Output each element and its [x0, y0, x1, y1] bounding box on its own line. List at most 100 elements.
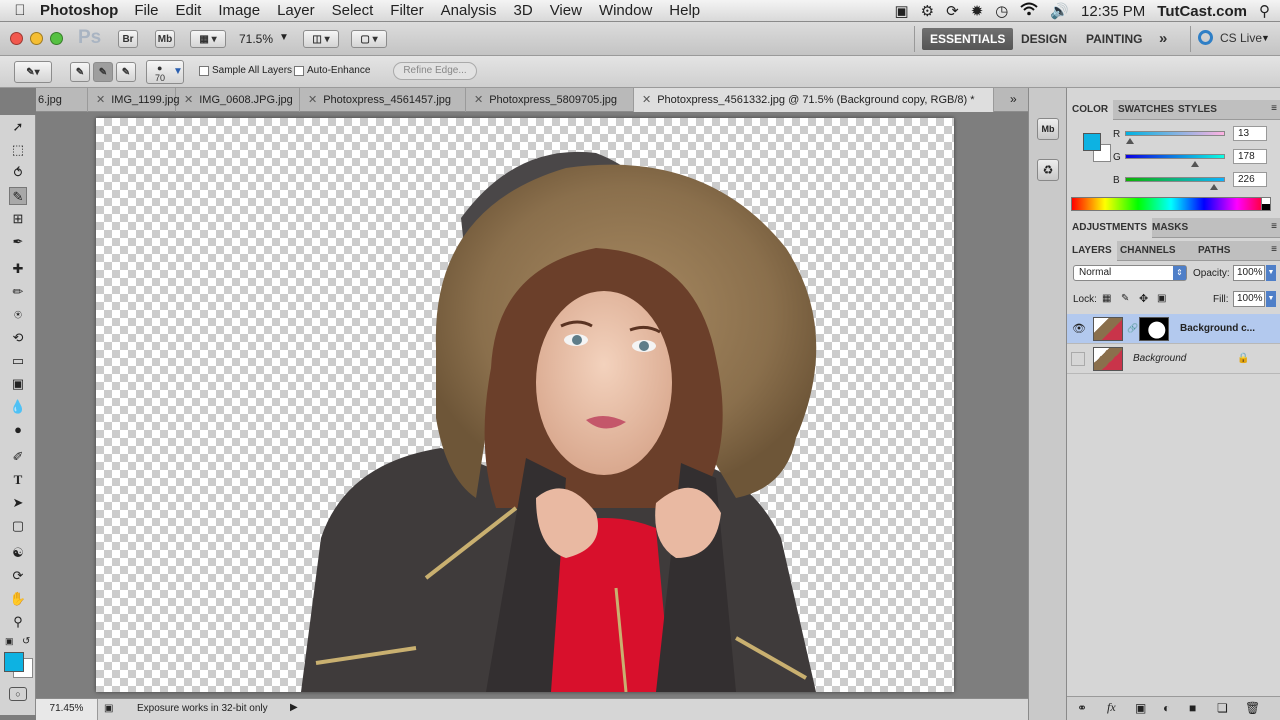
3d-rotate-tool-icon[interactable]: ☯: [9, 544, 27, 562]
menu-filter[interactable]: Filter: [390, 2, 423, 19]
minimize-window-button[interactable]: [30, 32, 43, 45]
type-tool-icon[interactable]: T: [9, 471, 27, 489]
new-group-icon[interactable]: ■: [1189, 701, 1196, 715]
lock-all-icon[interactable]: ▣: [1157, 293, 1166, 304]
close-window-button[interactable]: [10, 32, 23, 45]
arrange-documents-button[interactable]: ◫ ▾: [303, 30, 339, 48]
status-zoom-field[interactable]: 71.45%: [36, 699, 98, 720]
panel-menu-icon[interactable]: ≡: [1271, 244, 1277, 255]
subtract-from-selection-mode-button[interactable]: ✎: [116, 62, 136, 82]
bluetooth-icon[interactable]: ✹: [971, 2, 984, 20]
history-panel-icon[interactable]: ♻: [1037, 159, 1059, 181]
spotlight-icon[interactable]: ⚲: [1259, 2, 1270, 20]
cs-live-button[interactable]: CS Live: [1220, 31, 1262, 45]
launch-bridge-button[interactable]: Br: [118, 30, 138, 48]
lock-image-icon[interactable]: ✎: [1121, 293, 1129, 304]
lasso-tool-icon[interactable]: ⥀: [9, 164, 27, 182]
doc-tab[interactable]: ✕ Photoxpress_4561457.jpg: [300, 88, 466, 112]
layer-row-background[interactable]: Background 🔒: [1067, 344, 1280, 374]
tab-color[interactable]: COLOR: [1067, 100, 1114, 120]
apple-icon[interactable]: : [0, 2, 40, 19]
menu-file[interactable]: File: [134, 2, 158, 19]
view-extras-button[interactable]: ▦ ▾: [190, 30, 226, 48]
dodge-tool-icon[interactable]: ●: [9, 421, 27, 439]
color-fg-swatch[interactable]: [1083, 133, 1101, 151]
workspace-essentials[interactable]: ESSENTIALS: [922, 28, 1014, 50]
rectangle-tool-icon[interactable]: ▢: [9, 517, 27, 535]
add-to-selection-mode-button[interactable]: ✎: [93, 62, 113, 82]
tab-masks[interactable]: MASKS: [1147, 218, 1193, 238]
status-preview-icon[interactable]: ▣: [104, 703, 113, 714]
zoom-level[interactable]: 71.5%: [239, 32, 273, 46]
doc-tab-active[interactable]: ✕ Photoxpress_4561332.jpg @ 71.5% (Backgr…: [634, 88, 994, 112]
menu-layer[interactable]: Layer: [277, 2, 315, 19]
pen-tool-icon[interactable]: ✐: [9, 448, 27, 466]
doc-tab[interactable]: ✕ Photoxpress_5809705.jpg: [466, 88, 634, 112]
menu-select[interactable]: Select: [332, 2, 374, 19]
zoom-dropdown-arrow-icon[interactable]: ▼: [279, 32, 289, 43]
close-tab-icon[interactable]: ✕: [474, 94, 483, 106]
sample-all-layers-checkbox[interactable]: [199, 66, 209, 76]
layer-row-background-copy[interactable]: 👁 🔗 Background c...: [1067, 314, 1280, 344]
fill-field[interactable]: 100%: [1233, 291, 1265, 307]
eyedropper-tool-icon[interactable]: ✒: [9, 233, 27, 251]
menu-3d[interactable]: 3D: [514, 2, 533, 19]
hand-tool-icon[interactable]: ✋: [9, 590, 27, 608]
screen-mode-button[interactable]: ▢ ▾: [351, 30, 387, 48]
launch-mini-bridge-button[interactable]: Mb: [155, 30, 175, 48]
zoom-window-button[interactable]: [50, 32, 63, 45]
doc-tab[interactable]: ✕ IMG_0608.JPG.jpg: [176, 88, 300, 112]
channel-r-slider[interactable]: [1125, 131, 1225, 136]
gradient-tool-icon[interactable]: ▣: [9, 375, 27, 393]
new-selection-mode-button[interactable]: ✎: [70, 62, 90, 82]
default-colors-icon[interactable]: ▣: [5, 636, 14, 647]
app-name-menu[interactable]: Photoshop: [40, 2, 118, 19]
document-canvas[interactable]: [96, 118, 954, 692]
doc-tab[interactable]: 6.jpg: [36, 88, 88, 112]
mask-link-icon[interactable]: 🔗: [1127, 323, 1138, 334]
add-mask-icon[interactable]: ▣: [1135, 701, 1146, 715]
lock-transparent-icon[interactable]: ▦: [1102, 293, 1111, 304]
close-tab-icon[interactable]: ✕: [642, 94, 651, 106]
black-white-ramp[interactable]: [1261, 197, 1271, 211]
crop-tool-icon[interactable]: ⊞: [9, 210, 27, 228]
clock[interactable]: 12:35 PM: [1081, 3, 1145, 20]
canvas-area[interactable]: [36, 112, 1028, 698]
opacity-field[interactable]: 100%: [1233, 265, 1265, 281]
channel-g-slider-thumb[interactable]: [1190, 161, 1199, 167]
quick-mask-icon[interactable]: ○: [9, 687, 27, 701]
refine-edge-button[interactable]: Refine Edge...: [393, 62, 477, 80]
close-tab-icon[interactable]: ✕: [184, 94, 193, 106]
tab-layers[interactable]: LAYERS: [1067, 241, 1117, 261]
visibility-toggle-empty[interactable]: [1071, 352, 1085, 366]
opacity-arrow-icon[interactable]: ▼: [1266, 265, 1276, 281]
wifi-icon[interactable]: [1020, 2, 1039, 20]
auto-enhance-checkbox[interactable]: [294, 66, 304, 76]
clone-stamp-tool-icon[interactable]: ⍟: [9, 306, 27, 324]
menu-view[interactable]: View: [550, 2, 582, 19]
marquee-tool-icon[interactable]: ⬚: [9, 141, 27, 159]
quick-selection-tool-icon[interactable]: ✎: [9, 187, 27, 205]
tool-preset-picker[interactable]: ✎▾: [14, 61, 52, 83]
channel-r-field[interactable]: 13: [1233, 126, 1267, 141]
tab-styles[interactable]: STYLES: [1173, 100, 1222, 120]
channel-b-slider[interactable]: [1125, 177, 1225, 182]
panel-menu-icon[interactable]: ≡: [1271, 103, 1277, 114]
history-brush-tool-icon[interactable]: ⟲: [9, 329, 27, 347]
screen-share-icon[interactable]: ▣: [894, 2, 908, 20]
blur-tool-icon[interactable]: 💧: [9, 398, 27, 416]
menu-analysis[interactable]: Analysis: [441, 2, 497, 19]
more-workspaces-button[interactable]: »: [1151, 28, 1175, 50]
delete-layer-icon[interactable]: 🗑: [1245, 701, 1260, 715]
panel-menu-icon[interactable]: ≡: [1271, 221, 1277, 232]
zoom-tool-icon[interactable]: ⚲: [9, 613, 27, 631]
healing-brush-tool-icon[interactable]: ✚: [9, 260, 27, 278]
menu-window[interactable]: Window: [599, 2, 652, 19]
tab-adjustments[interactable]: ADJUSTMENTS: [1067, 218, 1153, 238]
layer-mask-thumbnail[interactable]: [1139, 317, 1169, 341]
tab-channels[interactable]: CHANNELS: [1115, 241, 1181, 261]
adjustment-layer-icon[interactable]: ◐: [1163, 701, 1170, 715]
sync-icon[interactable]: ⟳: [946, 2, 959, 20]
layer-style-icon[interactable]: fx: [1107, 700, 1116, 715]
channel-b-slider-thumb[interactable]: [1209, 184, 1218, 190]
